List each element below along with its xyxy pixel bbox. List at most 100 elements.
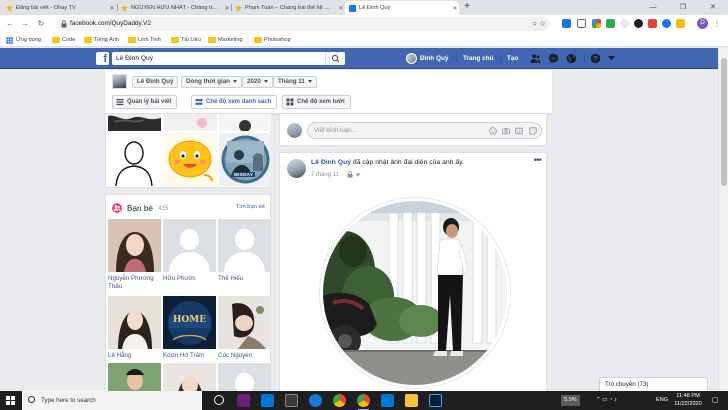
taskbar-clock[interactable]: 11:48 PM 11/22/2020 [672, 393, 704, 408]
profile-avatar[interactable]: D [697, 18, 708, 29]
photo-thumbnail[interactable] [108, 133, 161, 186]
taskbar-search-input[interactable] [41, 391, 191, 410]
timeline-dropdown[interactable]: Dòng thời gian [181, 76, 242, 88]
friend-photo[interactable] [108, 296, 161, 349]
friend-photo[interactable] [163, 219, 216, 272]
bookmark-folder[interactable]: Marketing [208, 33, 243, 47]
address-bar[interactable]: facebook.com/QuyDaddy.V2 ☆ [55, 17, 550, 31]
bookmark-folder[interactable]: Code [52, 33, 75, 47]
photo-thumbnail[interactable] [108, 114, 161, 131]
close-icon[interactable]: ✕ [337, 5, 345, 12]
friend-tile[interactable]: HOME Kσσn Hờ Trâm [163, 296, 216, 360]
photos-icon[interactable] [381, 394, 394, 407]
friend-requests-icon[interactable] [530, 53, 541, 64]
profile-picture[interactable] [320, 198, 510, 388]
friend-name[interactable]: Kσσn Hờ Trâm [163, 352, 216, 360]
chrome-icon[interactable] [333, 394, 346, 407]
privacy-lock-icon[interactable] [347, 171, 353, 178]
camera-icon[interactable] [502, 127, 510, 135]
comment-input[interactable] [314, 123, 474, 138]
extension-icon[interactable] [648, 19, 657, 28]
browser-tab[interactable]: NGUYỄN HỮU NHẤT - Chàng tr... ✕ [117, 1, 231, 15]
cortana-icon[interactable] [214, 395, 224, 405]
friend-photo[interactable] [108, 219, 161, 272]
friend-name[interactable]: Cúc Nguyen [218, 352, 271, 360]
minimize-button[interactable]: — [638, 0, 668, 15]
zoom-icon[interactable]: ⌕ [529, 18, 541, 30]
profile-link[interactable]: Đình Quý [406, 48, 448, 69]
maximize-button[interactable]: ❐ [668, 0, 698, 15]
friend-name[interactable]: Lê Hằng [108, 352, 161, 360]
globe-notifications-icon[interactable] [566, 53, 577, 64]
friend-name[interactable]: Hữu Phước [163, 275, 216, 283]
battery-indicator[interactable]: 5.5% [561, 395, 580, 406]
friend-photo[interactable]: HOME [163, 296, 216, 349]
chrome-active-icon[interactable] [357, 394, 370, 410]
browser-tab-active[interactable]: Lê Đình Quý ✕ [345, 1, 459, 15]
scrollbar-thumb[interactable] [721, 58, 727, 186]
emoji-icon[interactable] [489, 127, 497, 135]
file-explorer-icon[interactable] [405, 394, 418, 407]
language-indicator[interactable]: ENG [656, 391, 668, 410]
bookmark-folder[interactable]: Tiếng Anh [84, 33, 119, 47]
post-author[interactable]: Lê Đình Quý [311, 159, 351, 166]
sticker-icon[interactable] [529, 127, 537, 135]
photo-thumbnail[interactable] [164, 133, 217, 186]
gif-icon[interactable]: GIF [515, 127, 523, 135]
create-link[interactable]: Tạo [507, 48, 518, 69]
avatar[interactable] [287, 159, 306, 178]
facebook-search-input[interactable] [116, 52, 316, 65]
vscode-icon[interactable] [261, 394, 274, 407]
edge-icon[interactable] [309, 394, 322, 407]
chat-bar[interactable]: Trò chuyện (73) [599, 377, 708, 391]
photo-thumbnail[interactable]: MISDAY [219, 133, 271, 186]
chevron-down-icon[interactable] [355, 173, 361, 177]
manage-posts-button[interactable]: Quản lý bài viết [112, 95, 178, 109]
friend-photo[interactable] [218, 296, 271, 349]
friend-name[interactable]: Nguyễn Phương Thảo [108, 275, 161, 290]
extension-icon[interactable] [634, 19, 643, 28]
friend-tile[interactable]: Thế Hiếu [218, 219, 271, 283]
messenger-icon[interactable] [548, 53, 559, 64]
comment-box[interactable]: GIF [307, 122, 542, 139]
extension-icon[interactable] [620, 19, 629, 28]
friends-title[interactable]: Bạn bè [127, 204, 153, 213]
grid-view-button[interactable]: Chế độ xem lưới [282, 95, 351, 109]
photoshop-icon[interactable] [429, 394, 442, 407]
month-dropdown[interactable]: Tháng 11 [273, 76, 317, 88]
windows-start-icon[interactable] [6, 396, 15, 405]
extension-icon[interactable] [662, 19, 671, 28]
task-view-icon[interactable] [285, 394, 298, 407]
bookmark-folder[interactable]: Tài Liệu [171, 33, 201, 47]
bookmark-apps[interactable]: Ứng dụng [6, 33, 41, 47]
new-tab-button[interactable]: + [461, 1, 473, 13]
browser-tab[interactable]: Phạm Tuấn – Chàng trai thế hệ ... ✕ [231, 1, 345, 15]
friend-photo[interactable] [218, 219, 271, 272]
friend-tile[interactable]: Cúc Nguyen [218, 296, 271, 360]
reload-button[interactable]: ↻ [35, 18, 47, 30]
friend-name[interactable]: Thế Hiếu [218, 275, 271, 283]
photo-thumbnail[interactable] [219, 114, 271, 131]
visual-studio-icon[interactable] [237, 394, 250, 407]
close-window-button[interactable]: ✕ [698, 0, 728, 15]
friend-tile[interactable]: Lê Hằng [108, 296, 161, 360]
friend-tile[interactable]: Nguyễn Phương Thảo [108, 219, 161, 290]
profile-name-chip[interactable]: Lê Đình Quý [132, 76, 179, 88]
chevron-down-icon[interactable] [608, 56, 615, 61]
photo-thumbnail[interactable] [164, 114, 217, 131]
forward-button[interactable]: → [19, 18, 31, 30]
help-icon[interactable]: ? [590, 53, 601, 64]
extension-icon[interactable] [577, 19, 586, 28]
list-view-button[interactable]: Chế độ xem danh sách [191, 95, 278, 109]
browser-tab[interactable]: Đăng bài viết - Ohay TV ✕ [2, 1, 116, 15]
notifications-icon[interactable]: ▢ [712, 391, 719, 410]
extension-icon[interactable] [592, 19, 601, 28]
close-icon[interactable]: ✕ [451, 5, 459, 12]
bookmark-folder[interactable]: Linh Tinh [128, 33, 161, 47]
friend-tile[interactable]: Hữu Phước [163, 219, 216, 283]
browser-menu-icon[interactable]: ⋮ [711, 18, 723, 30]
page-scrollbar[interactable] [718, 48, 728, 391]
close-icon[interactable]: ✕ [223, 5, 231, 12]
search-button[interactable] [325, 52, 345, 65]
post-date[interactable]: 7 tháng 11 [311, 172, 339, 178]
